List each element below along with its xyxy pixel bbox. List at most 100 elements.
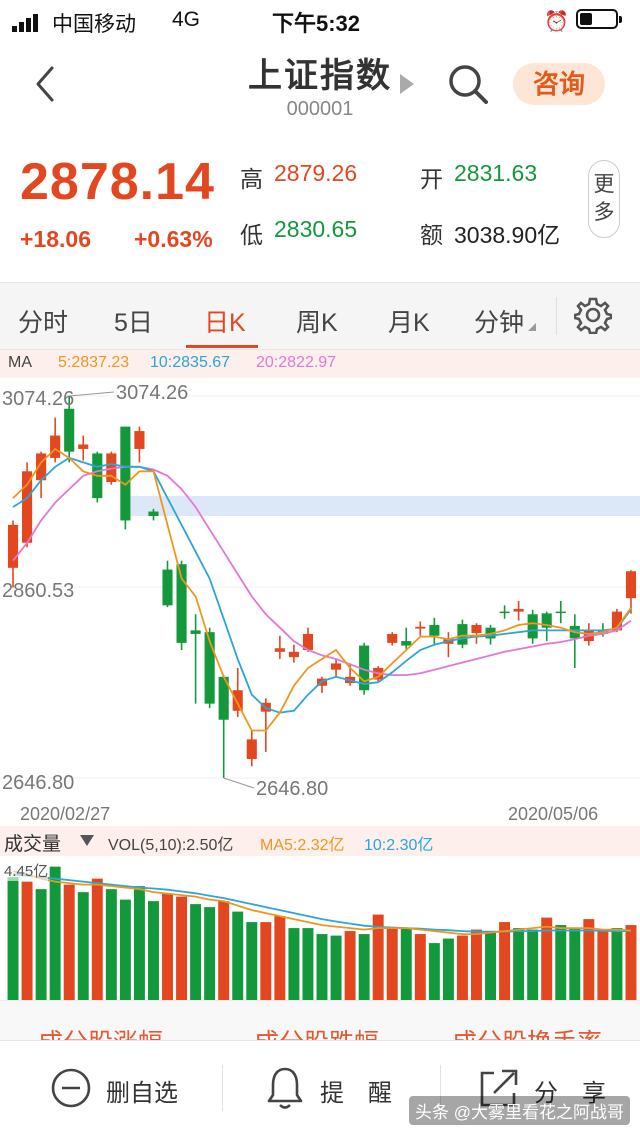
volume-bar bbox=[218, 901, 230, 1000]
candle-body bbox=[190, 630, 201, 634]
gear-icon[interactable] bbox=[574, 296, 612, 334]
high-label: 高 bbox=[240, 166, 263, 192]
candle-body bbox=[401, 641, 412, 646]
y-axis-bottom: 2646.80 bbox=[2, 772, 75, 794]
volume-bar bbox=[471, 929, 482, 1000]
open-value: 2831.63 bbox=[454, 160, 538, 186]
carrier-label: 中国移动 bbox=[52, 13, 136, 36]
volume-bar bbox=[49, 866, 61, 1000]
volume-legend: 成交量 VOL(5,10):2.50亿 MA5:2.32亿 10:2.30亿 bbox=[0, 826, 640, 856]
volume-bar bbox=[485, 931, 497, 1000]
volume-bar bbox=[260, 922, 272, 1000]
volume-bar bbox=[414, 934, 426, 1000]
volume-bar bbox=[386, 928, 398, 1000]
candle-body bbox=[527, 614, 538, 639]
volume-bar bbox=[302, 928, 314, 1000]
candle-body bbox=[513, 608, 524, 612]
current-price: 2878.14 bbox=[20, 153, 215, 211]
candle-body bbox=[64, 408, 75, 452]
amount-label: 额 bbox=[420, 222, 443, 248]
high-value: 2879.26 bbox=[274, 160, 358, 186]
tab-constituent-gainers[interactable]: 成分股涨幅 bbox=[38, 1023, 163, 1041]
tab-weekly-k[interactable]: 周K bbox=[296, 303, 338, 339]
volume-bar bbox=[204, 907, 216, 1000]
date-start: 2020/02/27 bbox=[20, 804, 111, 824]
volume-dropdown-icon[interactable] bbox=[80, 835, 94, 846]
bell-icon[interactable] bbox=[266, 1065, 304, 1111]
candle-body bbox=[120, 426, 131, 521]
search-icon[interactable] bbox=[446, 62, 490, 106]
ma-legend: MA 5:2837.23 10:2835.67 20:2822.97 bbox=[0, 350, 640, 378]
tab-daily-k[interactable]: 日K bbox=[204, 303, 246, 339]
candle-body bbox=[22, 471, 33, 543]
max-price-callout: 3074.26 bbox=[116, 382, 189, 404]
volume-bar bbox=[344, 931, 356, 1000]
back-arrow-icon[interactable] bbox=[30, 62, 70, 106]
volume-bar bbox=[611, 928, 623, 1000]
min-price-callout: 2646.80 bbox=[256, 778, 329, 800]
ma10-value: 10:2835.67 bbox=[150, 354, 231, 371]
candle-body bbox=[499, 611, 510, 614]
consult-button[interactable]: 咨询 bbox=[513, 63, 605, 105]
network-label: 4G bbox=[172, 8, 201, 31]
candle-body bbox=[457, 624, 468, 645]
tab-constituent-turnover[interactable]: 成分股换手率 bbox=[452, 1023, 602, 1041]
volume-bar bbox=[232, 911, 244, 1000]
volume-bar bbox=[119, 899, 131, 1000]
tab-minute[interactable]: 分钟 bbox=[474, 303, 524, 339]
tab-5day[interactable]: 5日 bbox=[114, 303, 153, 339]
tab-constituent-losers[interactable]: 成分股跌幅 bbox=[254, 1023, 379, 1041]
more-button[interactable]: 更 多 bbox=[588, 160, 620, 238]
candle-body bbox=[387, 633, 398, 643]
candle-body bbox=[330, 663, 342, 670]
volume-bar bbox=[35, 889, 47, 1000]
amount-value: 3038.90亿 bbox=[454, 222, 561, 248]
candle-body bbox=[429, 625, 440, 636]
watermark: 头条 @大雾里看花之阿战哥 bbox=[409, 1096, 630, 1125]
volume-bar bbox=[513, 928, 525, 1000]
candle-body bbox=[232, 690, 243, 711]
candle-body bbox=[625, 571, 637, 599]
vol-ma5-value: MA5:2.32亿 bbox=[260, 837, 345, 854]
remind-button[interactable]: 提 醒 bbox=[320, 1073, 392, 1108]
stock-code: 000001 bbox=[286, 98, 354, 120]
ma5-value: 5:2837.23 bbox=[58, 354, 130, 371]
alarm-icon: ⏰ bbox=[544, 11, 569, 33]
candle-body bbox=[78, 444, 89, 449]
volume-bar bbox=[274, 916, 286, 1000]
tab-intraday[interactable]: 分时 bbox=[18, 303, 68, 339]
candle-body bbox=[274, 648, 285, 652]
volume-bar bbox=[162, 893, 173, 1000]
volume-bar bbox=[442, 938, 454, 1000]
candle-body bbox=[50, 435, 61, 458]
volume-bar bbox=[499, 922, 511, 1000]
period-tabs: 分时 5日 日K 周K 月K 分钟 bbox=[0, 282, 640, 350]
volume-bar bbox=[7, 877, 19, 1000]
switch-next-icon[interactable] bbox=[400, 74, 414, 94]
candle-body bbox=[555, 611, 566, 614]
volume-bar bbox=[527, 929, 539, 1000]
candle-body bbox=[246, 739, 257, 760]
volume-title[interactable]: 成交量 bbox=[4, 829, 61, 856]
volume-bar bbox=[77, 892, 89, 1000]
volume-bar bbox=[63, 884, 75, 1000]
remove-watchlist-icon[interactable] bbox=[50, 1067, 92, 1109]
volume-bar bbox=[400, 928, 412, 1000]
volume-bar bbox=[569, 928, 581, 1000]
candlestick-chart[interactable] bbox=[0, 378, 640, 826]
vol-ma10-value: 10:2.30亿 bbox=[364, 837, 434, 854]
volume-bar bbox=[316, 934, 328, 1000]
remove-watchlist-button[interactable]: 删自选 bbox=[106, 1073, 178, 1108]
volume-bar bbox=[597, 931, 609, 1000]
battery-icon bbox=[576, 9, 622, 29]
volume-bar bbox=[105, 889, 117, 1000]
price-change: +18.06 bbox=[20, 226, 91, 252]
volume-bar bbox=[133, 886, 145, 1000]
tab-monthly-k[interactable]: 月K bbox=[388, 303, 430, 339]
candle-body bbox=[134, 431, 145, 449]
y-axis-top: 3074.26 bbox=[2, 388, 75, 410]
y-axis-mid: 2860.53 bbox=[2, 580, 75, 602]
dropdown-corner-icon bbox=[528, 323, 536, 331]
low-label: 低 bbox=[240, 222, 263, 248]
volume-bar bbox=[625, 925, 637, 1000]
